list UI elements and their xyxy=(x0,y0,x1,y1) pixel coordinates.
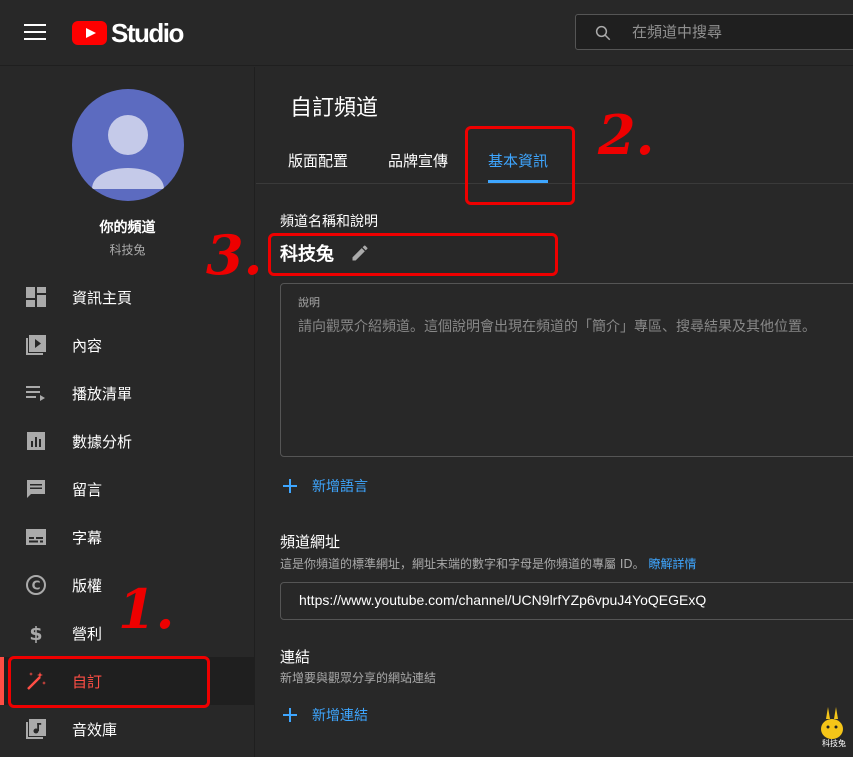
name-description-heading: 頻道名稱和說明 xyxy=(280,214,378,230)
dashboard-icon xyxy=(26,287,46,307)
description-label: 說明 xyxy=(298,296,320,309)
audio-library-icon xyxy=(26,719,46,739)
channel-url-help: 這是你頻道的標準網址，網址末端的數字和字母是你頻道的專屬 ID。 瞭解詳情 xyxy=(280,555,696,572)
sidebar-item-comments[interactable]: 留言 xyxy=(0,465,255,513)
add-link-button[interactable]: 新增連結 xyxy=(282,705,368,725)
sidebar-item-label: 播放清單 xyxy=(72,384,133,403)
search-box[interactable] xyxy=(575,14,853,50)
search-input[interactable] xyxy=(632,22,852,42)
annotation-step-1: 1. xyxy=(118,577,175,641)
sidebar-item-playlists[interactable]: 播放清單 xyxy=(0,369,255,417)
playlist-icon xyxy=(26,386,45,401)
annotation-box-customization xyxy=(8,656,210,708)
annotation-step-3: 3. xyxy=(206,223,263,287)
add-language-label: 新增語言 xyxy=(312,479,368,495)
tab-layout[interactable]: 版面配置 xyxy=(288,150,348,171)
channel-url-value[interactable]: https://www.youtube.com/channel/UCN9lrfY… xyxy=(299,592,706,608)
sidebar-item-label: 音效庫 xyxy=(72,720,118,739)
sidebar-item-audio-library[interactable]: 音效庫 xyxy=(0,705,255,753)
links-help-text: 新增要與觀眾分享的網站連結 xyxy=(280,671,437,685)
channel-avatar[interactable] xyxy=(72,89,184,201)
add-link-label: 新增連結 xyxy=(312,708,368,724)
description-input[interactable] xyxy=(298,316,853,446)
dollar-icon: $ xyxy=(29,623,42,645)
sidebar-item-label: 內容 xyxy=(72,336,103,355)
channel-url-field[interactable]: https://www.youtube.com/channel/UCN9lrfY… xyxy=(280,582,853,620)
sidebar-item-label: 營利 xyxy=(72,624,103,643)
add-language-button[interactable]: 新增語言 xyxy=(282,476,368,496)
logo-text: Studio xyxy=(111,17,184,48)
sidebar: 你的頻道 科技兔 資訊主頁 內容 播放清單 數據分析 留言 字幕 C 版權 $ … xyxy=(0,67,255,757)
channel-url-heading: 頻道網址 xyxy=(280,533,341,551)
search-icon[interactable] xyxy=(594,24,612,42)
plus-icon xyxy=(283,479,297,493)
tab-branding[interactable]: 品牌宣傳 xyxy=(388,150,448,171)
plus-icon xyxy=(283,708,297,722)
annotation-box-channel-name xyxy=(268,233,558,276)
links-heading: 連結 xyxy=(280,648,311,666)
sidebar-item-content[interactable]: 內容 xyxy=(0,321,255,369)
sidebar-item-analytics[interactable]: 數據分析 xyxy=(0,417,255,465)
channel-url-help-text: 這是你頻道的標準網址，網址末端的數字和字母是你頻道的專屬 ID。 xyxy=(280,557,645,571)
svg-text:C: C xyxy=(32,579,41,593)
description-field[interactable]: 說明 xyxy=(280,283,853,457)
annotation-box-basic-info-tab xyxy=(465,126,575,205)
default-avatar-icon xyxy=(92,115,164,189)
sidebar-item-label: 資訊主頁 xyxy=(72,288,133,307)
top-bar: Studio xyxy=(0,0,853,66)
comments-icon xyxy=(27,480,45,498)
sidebar-item-label: 字幕 xyxy=(72,528,103,547)
annotation-step-2: 2. xyxy=(598,103,655,167)
page-title: 自訂頻道 xyxy=(290,96,379,121)
subtitles-icon xyxy=(26,529,46,545)
hamburger-menu-icon[interactable] xyxy=(24,24,46,42)
sidebar-item-subtitles[interactable]: 字幕 xyxy=(0,513,255,561)
sidebar-item-label: 版權 xyxy=(72,576,103,595)
sidebar-item-label: 留言 xyxy=(72,480,103,499)
learn-more-link[interactable]: 瞭解詳情 xyxy=(648,557,696,571)
watermark-text: 科技兔 xyxy=(822,739,846,748)
copyright-icon: C xyxy=(26,575,46,595)
content-icon xyxy=(26,335,46,355)
sidebar-item-label: 數據分析 xyxy=(72,432,133,451)
youtube-play-icon xyxy=(72,21,107,45)
youtube-studio-logo[interactable]: Studio xyxy=(72,17,184,48)
svg-text:$: $ xyxy=(29,623,42,645)
analytics-icon xyxy=(27,432,45,450)
